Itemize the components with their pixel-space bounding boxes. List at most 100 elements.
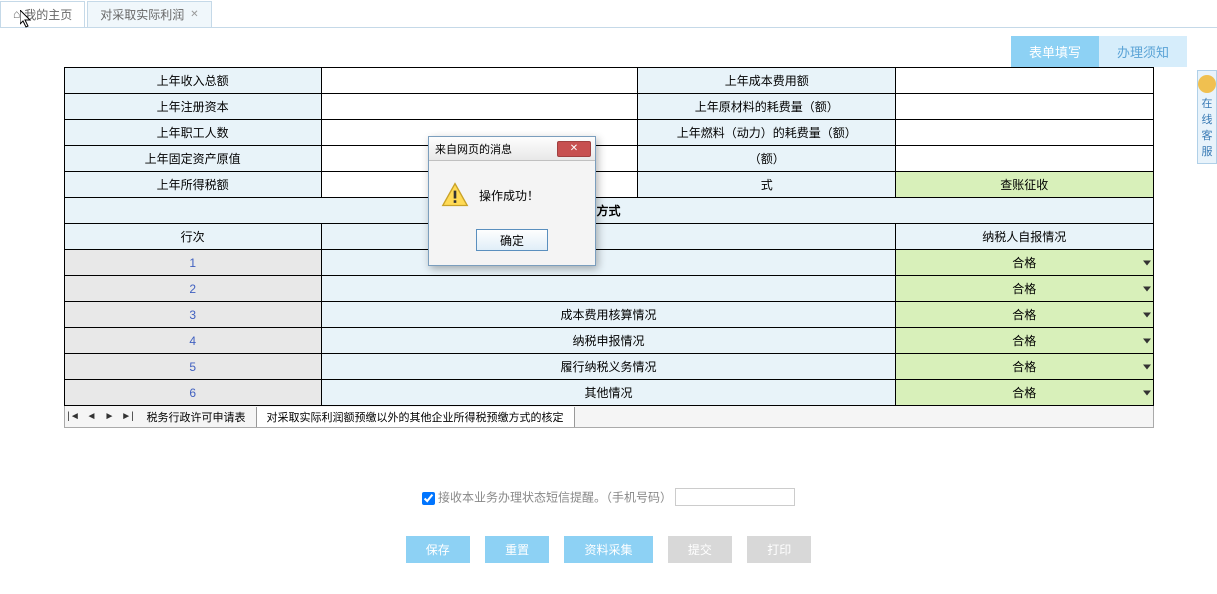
col-header-status: 纳税人自报情况: [896, 224, 1153, 250]
warning-icon: [441, 181, 469, 209]
save-button[interactable]: 保存: [406, 536, 470, 563]
chevron-down-icon: [1143, 286, 1151, 291]
table-row: 上年所得税额 式 查账征收: [64, 172, 1153, 198]
table-row: 方式: [64, 198, 1153, 224]
table-row: 上年职工人数 上年燃料（动力）的耗费量（额）: [64, 120, 1153, 146]
tab-current[interactable]: 对采取实际利润 ✕: [87, 1, 211, 27]
sheet-nav-bar: |◄ ◄ ► ►| 税务行政许可申请表 对采取实际利润额预缴以外的其他企业所得税…: [64, 406, 1154, 428]
online-service-widget[interactable]: 在线客服: [1197, 70, 1217, 164]
table-row: 2 合格: [64, 276, 1153, 302]
status-select[interactable]: 合格: [896, 302, 1153, 328]
main-form-table: 上年收入总额 上年成本费用额 上年注册资本 上年原材料的耗费量（额） 上年职工人…: [64, 67, 1154, 406]
input-cell[interactable]: [896, 94, 1153, 120]
row-number: 1: [64, 250, 321, 276]
sms-opt-in-row: 接收本业务办理状态短信提醒。（手机号码）: [10, 488, 1207, 506]
collection-method-select[interactable]: 查账征收: [896, 172, 1153, 198]
action-button-row: 保存 重置 资料采集 提交 打印: [10, 536, 1207, 563]
home-icon: ⌂: [13, 7, 20, 21]
status-select[interactable]: 合格: [896, 380, 1153, 406]
submit-button: 提交: [668, 536, 732, 563]
table-row: 上年注册资本 上年原材料的耗费量（额）: [64, 94, 1153, 120]
sheet-tab-prev[interactable]: 税务行政许可申请表: [137, 407, 257, 427]
label-cell: 上年原材料的耗费量（额）: [638, 94, 896, 120]
label-cell: 上年燃料（动力）的耗费量（额）: [638, 120, 896, 146]
label-cell: （额）: [638, 146, 896, 172]
label-cell: 上年成本费用额: [638, 68, 896, 94]
subtab-form-fill[interactable]: 表单填写: [1011, 36, 1099, 67]
section-header: 方式: [64, 198, 1153, 224]
status-select[interactable]: 合格: [896, 328, 1153, 354]
subtab-notice[interactable]: 办理须知: [1099, 36, 1187, 67]
table-row: 4 纳税申报情况 合格: [64, 328, 1153, 354]
sms-checkbox[interactable]: [422, 492, 435, 505]
dialog-footer: 确定: [429, 223, 595, 265]
row-item-label: 成本费用核算情况: [321, 302, 895, 328]
chevron-down-icon: [1143, 338, 1151, 343]
status-select[interactable]: 合格: [896, 354, 1153, 380]
label-cell: 上年收入总额: [64, 68, 321, 94]
table-header-row: 行次 纳税人自报情况: [64, 224, 1153, 250]
input-cell[interactable]: [321, 68, 638, 94]
row-number: 6: [64, 380, 321, 406]
input-cell[interactable]: [896, 68, 1153, 94]
chevron-down-icon: [1143, 260, 1151, 265]
collect-button[interactable]: 资料采集: [564, 536, 652, 563]
sub-tab-bar: 表单填写 办理须知: [0, 28, 1217, 67]
dialog-body: 操作成功！: [429, 161, 595, 223]
close-icon[interactable]: ✕: [190, 9, 198, 20]
table-row: 1 合格: [64, 250, 1153, 276]
status-select[interactable]: 合格: [896, 250, 1153, 276]
main-tab-bar: ⌂ 我的主页 对采取实际利润 ✕: [0, 0, 1217, 28]
row-number: 2: [64, 276, 321, 302]
phone-input[interactable]: [675, 488, 795, 506]
dialog-ok-button[interactable]: 确定: [476, 229, 548, 251]
dialog-message: 操作成功！: [479, 187, 539, 204]
dialog-close-button[interactable]: ✕: [557, 141, 591, 157]
dialog-titlebar: 来自网页的消息 ✕: [429, 137, 595, 161]
chevron-down-icon: [1143, 390, 1151, 395]
tab-home[interactable]: ⌂ 我的主页: [0, 1, 85, 27]
input-cell[interactable]: [321, 94, 638, 120]
tab-home-label: 我的主页: [24, 6, 72, 23]
reset-button[interactable]: 重置: [485, 536, 549, 563]
row-number: 4: [64, 328, 321, 354]
row-number: 5: [64, 354, 321, 380]
row-item-label: 纳税申报情况: [321, 328, 895, 354]
content-area: 上年收入总额 上年成本费用额 上年注册资本 上年原材料的耗费量（额） 上年职工人…: [0, 67, 1217, 563]
chevron-down-icon: [1143, 364, 1151, 369]
table-row: 上年固定资产原值 （额）: [64, 146, 1153, 172]
row-item-label: 其他情况: [321, 380, 895, 406]
sheet-prev-button[interactable]: ◄: [83, 408, 101, 426]
table-row: 5 履行纳税义务情况 合格: [64, 354, 1153, 380]
sms-label: 接收本业务办理状态短信提醒。（手机号码）: [438, 491, 672, 505]
table-row: 上年收入总额 上年成本费用额: [64, 68, 1153, 94]
print-button: 打印: [747, 536, 811, 563]
sheet-tab-current[interactable]: 对采取实际利润额预缴以外的其他企业所得税预缴方式的核定: [257, 407, 575, 427]
message-dialog: 来自网页的消息 ✕ 操作成功！ 确定: [428, 136, 596, 266]
input-cell[interactable]: [896, 120, 1153, 146]
sheet-last-button[interactable]: ►|: [119, 408, 137, 426]
sheet-next-button[interactable]: ►: [101, 408, 119, 426]
label-cell: 上年注册资本: [64, 94, 321, 120]
collection-method-value: 查账征收: [1000, 178, 1048, 192]
row-item-label: [321, 250, 895, 276]
input-cell[interactable]: [896, 146, 1153, 172]
label-cell: 上年固定资产原值: [64, 146, 321, 172]
avatar-icon: [1198, 75, 1216, 93]
tab-current-label: 对采取实际利润: [100, 6, 184, 23]
col-header-item: [321, 224, 895, 250]
chevron-down-icon: [1143, 312, 1151, 317]
label-cell: 上年职工人数: [64, 120, 321, 146]
dialog-title-text: 来自网页的消息: [435, 141, 512, 157]
label-cell: 上年所得税额: [64, 172, 321, 198]
table-row: 3 成本费用核算情况 合格: [64, 302, 1153, 328]
table-row: 6 其他情况 合格: [64, 380, 1153, 406]
col-header-row: 行次: [64, 224, 321, 250]
online-service-label: 在线客服: [1198, 95, 1216, 159]
status-select[interactable]: 合格: [896, 276, 1153, 302]
row-number: 3: [64, 302, 321, 328]
row-item-label: 履行纳税义务情况: [321, 354, 895, 380]
label-cell: 式: [638, 172, 896, 198]
row-item-label: [321, 276, 895, 302]
sheet-first-button[interactable]: |◄: [65, 408, 83, 426]
